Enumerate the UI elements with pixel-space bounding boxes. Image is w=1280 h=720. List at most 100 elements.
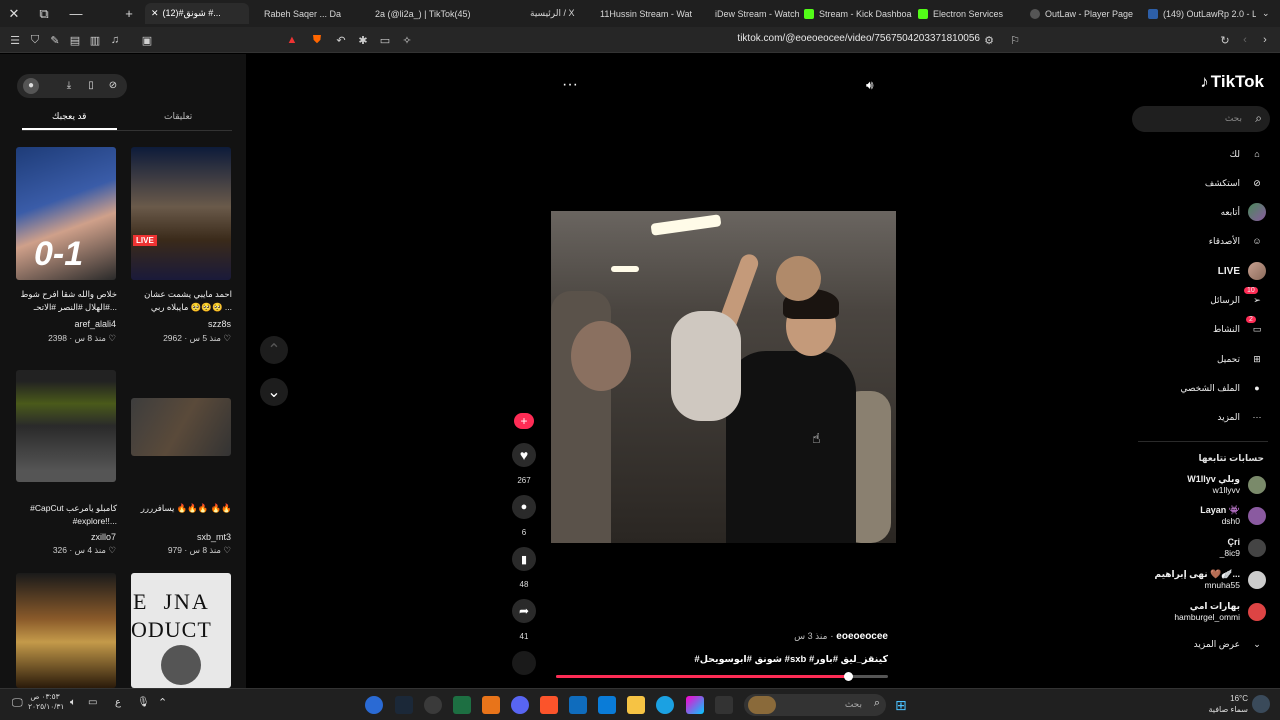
nav-upload[interactable]: تحميل ⊞ <box>1217 349 1266 369</box>
discord-icon[interactable] <box>511 696 529 714</box>
save-button[interactable]: ▮ <box>512 547 536 571</box>
following-account[interactable]: W1llyv وبلي w1llyvv <box>1187 474 1266 496</box>
progress-track[interactable] <box>556 675 888 678</box>
url-field[interactable]: tiktok.com/@eoeoeocee/video/756750420337… <box>700 33 980 44</box>
microphone-icon[interactable]: 🎙︎ <box>137 697 150 708</box>
download-icon[interactable]: ⤓ <box>61 78 77 94</box>
reload-icon[interactable]: ↻ <box>1218 33 1232 47</box>
card-username[interactable]: aref_alali4 <box>16 319 116 329</box>
video-caption[interactable]: #شونق #ابوسويحل #sxb #كينقز_ليق #باور <box>640 654 888 665</box>
extension-icon[interactable]: ✧ <box>400 33 414 47</box>
tab[interactable]: Stream - Kick Dashboa <box>804 3 912 24</box>
following-account[interactable]: Layan 👾 dsh0 <box>1200 505 1266 527</box>
tab[interactable]: الرئيسية / X <box>530 3 590 24</box>
avatar[interactable]: ● <box>23 78 39 94</box>
search-icon[interactable]: ⌕ <box>1255 111 1262 126</box>
nav-friends[interactable]: الأصدقاء ☺ <box>1209 231 1266 251</box>
tab[interactable]: Electron Services <box>918 3 1026 24</box>
brave-shield-icon[interactable]: ⛊ <box>310 33 324 47</box>
compass-icon[interactable]: ⊘ <box>105 78 121 94</box>
video-thumbnail[interactable]: E JNA ODUCT <box>131 573 231 688</box>
following-account[interactable]: Çri _8ic9 <box>1220 537 1266 559</box>
like-button[interactable]: ♥ <box>512 443 536 467</box>
share-button[interactable]: ➦ <box>512 599 536 623</box>
cast-icon[interactable]: ▭ <box>378 33 392 47</box>
card-username[interactable]: zxillo7 <box>16 532 116 542</box>
undo-icon[interactable]: ↶ <box>334 33 348 47</box>
notification-icon[interactable]: 🖵︎ <box>12 697 23 710</box>
network-icon[interactable]: ▭ <box>88 697 97 708</box>
nav-more[interactable]: المزيد ··· <box>1217 407 1266 427</box>
bookmark-icon[interactable]: ⚐ <box>1008 33 1022 47</box>
brave-icon[interactable] <box>540 696 558 714</box>
music-icon[interactable]: ♫ <box>108 33 122 47</box>
tab[interactable]: iDew Stream - Watch l <box>715 3 799 24</box>
nav-activity[interactable]: النشاط ▭ 2 <box>1213 316 1266 339</box>
edge-icon[interactable] <box>656 696 674 714</box>
outlook-icon[interactable] <box>569 696 587 714</box>
translate-icon[interactable]: ✱ <box>356 33 370 47</box>
nav-for-you[interactable]: لك ⌂ <box>1230 144 1266 164</box>
search-box[interactable]: بحث ⌕ <box>1132 106 1270 132</box>
taskbar-search[interactable]: بحث ⌕ <box>744 694 886 716</box>
music-disc-icon[interactable] <box>512 651 536 675</box>
more-options-icon[interactable]: ··· <box>562 76 578 94</box>
excel-icon[interactable] <box>453 696 471 714</box>
close-tab-icon[interactable]: ✕ <box>151 8 159 19</box>
follow-plus-icon[interactable]: + <box>514 413 534 429</box>
card-username[interactable]: szz8s <box>131 319 231 329</box>
forward-icon[interactable]: ‹ <box>1238 33 1252 47</box>
back-icon[interactable]: › <box>1258 33 1272 47</box>
tray-overflow-icon[interactable]: ⌃ <box>158 696 167 709</box>
file-explorer-icon[interactable] <box>627 696 645 714</box>
card-caption[interactable]: احمد مايبي يشمت عشان مايبلاه ربي 🥺🥺🥺 ... <box>127 288 232 314</box>
tab[interactable]: 11Hussin Stream - Wat <box>600 3 702 24</box>
video-player[interactable] <box>551 211 896 543</box>
video-thumbnail[interactable] <box>16 370 116 482</box>
app-icon[interactable] <box>482 696 500 714</box>
phone-icon[interactable]: ▯ <box>83 78 99 94</box>
store-icon[interactable] <box>598 696 616 714</box>
card-username[interactable]: sxb_mt3 <box>131 532 231 542</box>
volume-icon[interactable]: 🔊︎ <box>866 78 874 93</box>
alert-icon[interactable]: ▲ <box>285 33 299 47</box>
nav-profile[interactable]: الملف الشخصي ● <box>1180 378 1266 398</box>
close-window-icon[interactable]: ✕ <box>0 0 28 27</box>
nav-live[interactable]: LIVE <box>1218 261 1266 281</box>
sidebar-icon[interactable]: ▥ <box>88 33 102 47</box>
tab-active[interactable]: ✕ (12)#شونق #... <box>145 3 249 24</box>
video-thumbnail[interactable] <box>16 573 116 688</box>
app-icon[interactable] <box>365 696 383 714</box>
tab-list-icon[interactable]: ⌄ <box>1262 3 1278 24</box>
steam-icon[interactable] <box>395 696 413 714</box>
news-icon[interactable]: ▤ <box>68 33 82 47</box>
video-thumbnail[interactable]: 0-1 <box>16 147 116 280</box>
tab[interactable]: Rabeh Saqer ... Da <box>264 3 364 24</box>
menu-icon[interactable]: ☰ <box>8 33 22 47</box>
show-more-button[interactable]: عرض المزيد ⌄ <box>1194 634 1266 654</box>
card-caption[interactable]: خلاص والله شقا افرح شوط #الهلال #النصر #… <box>12 288 117 314</box>
nav-following[interactable]: أتابعه <box>1221 202 1266 222</box>
wallet-icon[interactable]: ▣ <box>140 33 154 47</box>
tab[interactable]: 2a (@li2a_) | TikTok(45) <box>375 3 475 24</box>
clock[interactable]: ٠٣:٥٣ ص ٢٠٢٥/١٠/٣١ <box>28 692 64 712</box>
tab-comments[interactable]: تعليقات <box>164 111 192 122</box>
restore-icon[interactable]: ⧉ <box>30 0 58 27</box>
weather-widget[interactable]: 16°C سماء صافية <box>1180 693 1248 715</box>
copilot-icon[interactable] <box>686 696 704 714</box>
comment-button[interactable]: ● <box>512 495 536 519</box>
video-thumbnail[interactable]: LIVE <box>131 147 231 280</box>
next-video-button[interactable]: ⌄ <box>260 378 288 406</box>
previous-video-button[interactable]: ⌃ <box>260 336 288 364</box>
minimize-icon[interactable]: — <box>62 0 90 27</box>
tiktok-logo[interactable]: ♪ TikTok <box>1200 72 1264 92</box>
card-caption[interactable]: #CapCut كامبلو يامرعب #explore!!... <box>12 502 117 528</box>
windows-start-icon[interactable]: ⊞ <box>895 697 907 714</box>
language-indicator[interactable]: ع <box>115 697 121 708</box>
obs-icon[interactable] <box>424 696 442 714</box>
video-username[interactable]: eoeoeocee <box>836 631 888 642</box>
card-caption[interactable]: يسافرررر 🔥🔥🔥 🔥🔥 <box>127 502 232 515</box>
tab-for-you[interactable]: قد يعجبك <box>52 111 86 122</box>
tab[interactable]: (149) OutLawRp 2.0 - L <box>1148 3 1256 24</box>
nav-messages[interactable]: الرسائل ➢ 10 <box>1210 287 1266 310</box>
